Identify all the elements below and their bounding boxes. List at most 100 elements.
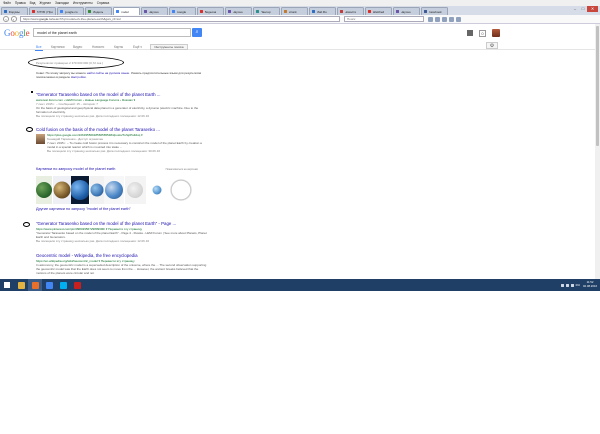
search-tab[interactable]: Карты — [114, 45, 123, 49]
browser-tab[interactable]: Модель — [85, 7, 112, 15]
result-snippet: In astronomy, the geocentric model is a … — [36, 262, 207, 275]
apps-grid-icon[interactable] — [467, 30, 473, 36]
maximize-button[interactable]: □ — [579, 6, 587, 12]
search-tab[interactable]: Ещё ▾ — [133, 45, 142, 49]
tab-label: Watched — [372, 9, 385, 14]
taskbar-app-button[interactable] — [14, 279, 28, 291]
tab-favicon-icon — [312, 10, 315, 13]
close-window-button[interactable]: ✕ — [587, 6, 598, 12]
search-tab[interactable]: Картинки — [51, 45, 65, 49]
avatar[interactable] — [492, 29, 500, 37]
image-results-title-link[interactable]: Картинки по запросу model of the planet … — [36, 167, 115, 171]
browser-tab[interactable]: Facebook — [421, 7, 448, 15]
taskbar-app-button[interactable] — [28, 279, 42, 291]
network-icon[interactable] — [565, 283, 569, 287]
globe-image — [105, 181, 124, 199]
tab-label: model — [120, 9, 129, 14]
russian-sites-link[interactable]: найти сайты на русском языке — [87, 71, 129, 75]
tab-label: Новости — [344, 9, 357, 14]
search-icon: ⌕ — [195, 29, 199, 35]
search-tools-button[interactable]: Инструменты поиска — [150, 44, 188, 50]
volume-icon[interactable] — [570, 283, 574, 287]
image-thumbnail[interactable] — [168, 176, 195, 204]
scrollbar-thumb[interactable] — [596, 26, 599, 146]
skype-icon — [59, 281, 67, 289]
browser-tab[interactable]: Google — [169, 7, 196, 15]
download-icon[interactable] — [442, 16, 447, 22]
window-controls: – □ ✕ — [571, 6, 598, 12]
taskbar-app-button[interactable] — [70, 279, 84, 291]
minimize-button[interactable]: – — [571, 6, 579, 12]
menu-item[interactable]: Правка — [15, 1, 26, 5]
tab-bar: Форумы ЮТУБ | Про google.co Модель model Науч… — [0, 6, 600, 15]
menu-item[interactable]: Инструменты — [73, 1, 93, 5]
image-thumbnail[interactable] — [146, 176, 168, 204]
taskbar-app-button[interactable] — [56, 279, 70, 291]
keyboard-language[interactable]: RU — [576, 283, 580, 287]
google-logo[interactable]: Google — [4, 28, 30, 38]
menu-item[interactable]: Файл — [3, 1, 11, 5]
browser-tab[interactable]: Watched — [365, 7, 392, 15]
search-tab[interactable]: Все — [35, 45, 42, 51]
browser-tab[interactable]: Научно — [393, 7, 420, 15]
start-button[interactable] — [0, 279, 14, 291]
image-thumbnail[interactable] — [89, 176, 104, 204]
search-input[interactable]: model of the planet earth — [33, 28, 191, 37]
search-button[interactable]: ⌕ — [192, 28, 202, 37]
globe-image — [127, 182, 144, 198]
image-thumbnail[interactable] — [71, 176, 90, 204]
clock[interactable]: 11:52 02.08.2016 — [583, 281, 597, 288]
menu-icon[interactable] — [456, 16, 461, 22]
browser-tab[interactable]: Научно — [141, 7, 168, 15]
image-thumbnail[interactable] — [36, 176, 52, 204]
browser-tab[interactable]: Пантер — [253, 7, 280, 15]
tab-favicon-icon — [284, 10, 287, 13]
language-settings-link[interactable]: Настройки — [71, 75, 86, 79]
author-photo[interactable] — [36, 133, 45, 144]
browser-tab[interactable]: Видеоза — [197, 7, 224, 15]
tab-favicon-icon — [116, 10, 119, 13]
browser-tab[interactable]: stronk — [281, 7, 308, 15]
menu-item[interactable]: Закладки — [55, 1, 69, 5]
globe-image — [71, 180, 90, 200]
report-images-link[interactable]: Пожаловаться на картинки — [166, 168, 198, 171]
menu-item[interactable]: Справка — [97, 1, 110, 5]
notifications-icon[interactable]: 0 — [479, 29, 486, 37]
menu-item[interactable]: Вид — [30, 1, 36, 5]
back-arrow-icon: ‹ — [5, 17, 7, 22]
result-snippet: "Generator Tarasenko based on the model … — [36, 230, 207, 239]
tab-favicon-icon — [368, 10, 371, 13]
image-thumbnail[interactable] — [104, 176, 125, 204]
address-bar[interactable]: https://www.google.ru/search?q=model+of+… — [20, 16, 340, 22]
back-button[interactable]: ‹ — [3, 16, 9, 22]
browser-tab[interactable]: Форумы — [1, 7, 28, 15]
browser-tab[interactable]: Mail.Ru — [309, 7, 336, 15]
tab-favicon-icon — [228, 10, 231, 13]
image-thumbnail[interactable] — [52, 176, 71, 204]
result-body: https://plus.google.com/1063355691856656… — [36, 133, 208, 153]
more-images-link[interactable]: Другие картинки по запросу "model of the… — [36, 207, 131, 211]
tab-favicon-icon — [172, 10, 175, 13]
browser-tab[interactable]: model — [113, 7, 140, 15]
tab-label: stronk — [288, 9, 297, 14]
home-icon[interactable] — [449, 16, 454, 22]
bookmark-star-icon[interactable] — [428, 16, 433, 22]
settings-button[interactable]: ⚙ — [486, 42, 498, 49]
forward-button[interactable]: › — [10, 16, 17, 22]
browser-search-input[interactable]: Поиск — [344, 16, 424, 22]
bookmarks-icon[interactable] — [435, 16, 440, 22]
tray-flag-icon[interactable] — [560, 283, 564, 287]
image-results-header: Картинки по запросу model of the planet … — [36, 167, 198, 171]
search-tab[interactable]: Новости — [92, 45, 104, 49]
search-nav-tabs: Инструменты поиска Все Картинки Видео Новос… — [0, 41, 600, 51]
image-thumbnail[interactable] — [124, 176, 146, 204]
browser-tab[interactable]: ЮТУБ | Про — [29, 7, 56, 15]
tab-favicon-icon — [396, 10, 399, 13]
search-result: "Generator Tarasenko based on the model … — [36, 221, 208, 243]
browser-tab[interactable]: Научно — [225, 7, 252, 15]
search-tab[interactable]: Видео — [73, 45, 82, 49]
taskbar-app-button[interactable] — [42, 279, 56, 291]
browser-tab[interactable]: google.co — [57, 7, 84, 15]
menu-item[interactable]: Журнал — [39, 1, 51, 5]
browser-tab[interactable]: Новости — [337, 7, 364, 15]
